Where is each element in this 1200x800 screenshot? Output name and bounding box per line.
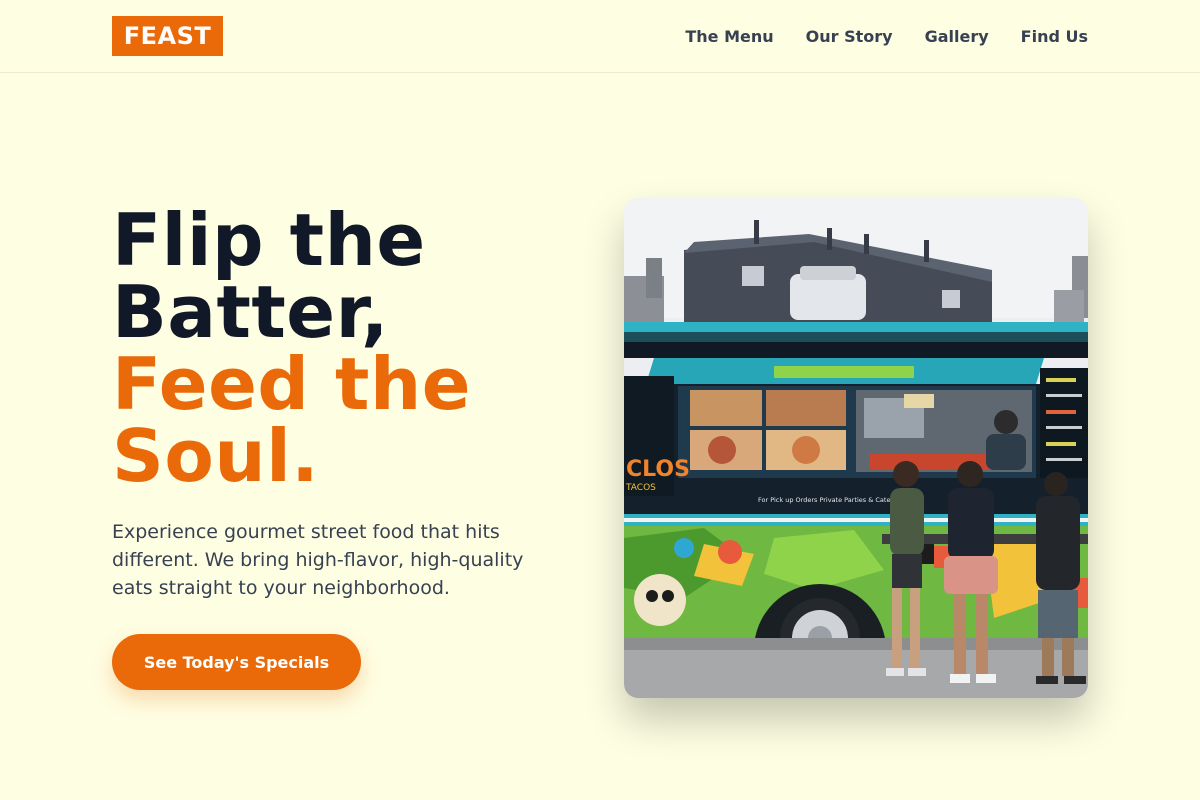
food-truck-photo: CLOS TACOS For Pick up Orders Private Pa… (624, 198, 1088, 698)
nav-link-gallery[interactable]: Gallery (925, 27, 989, 46)
nav-link-find-us[interactable]: Find Us (1021, 27, 1088, 46)
truck-sign-subtext: TACOS (625, 483, 656, 493)
nav-link-menu[interactable]: The Menu (685, 27, 773, 46)
brand-logo[interactable]: FEAST (112, 16, 223, 56)
top-navbar: FEAST The Menu Our Story Gallery Find Us (0, 0, 1200, 73)
hero-description: Experience gourmet street food that hits… (112, 521, 524, 599)
hero-title: Flip the Batter, Feed the Soul. (112, 204, 572, 492)
hero-title-line-1: Flip the (112, 198, 426, 282)
see-specials-button[interactable]: See Today's Specials (112, 634, 361, 690)
main-nav: The Menu Our Story Gallery Find Us (685, 24, 1088, 48)
hero-title-line-3: Feed the (112, 342, 472, 426)
nav-link-our-story[interactable]: Our Story (806, 27, 893, 46)
hero-title-line-2: Batter, (112, 270, 389, 354)
hero-title-line-4: Soul. (112, 414, 320, 498)
truck-sign-text: CLOS (626, 457, 690, 482)
